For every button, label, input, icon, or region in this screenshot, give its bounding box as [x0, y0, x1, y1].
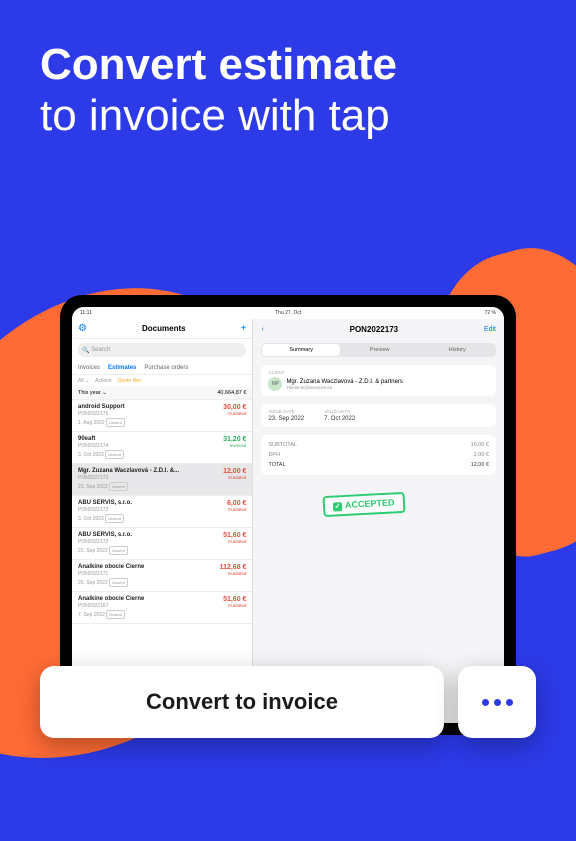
segment-control[interactable]: Summary Preview History — [261, 343, 496, 357]
left-navbar: ⚙ Documents + — [72, 319, 252, 339]
period-label: This year ⌄ — [78, 390, 107, 396]
totals-card: SUBTOTAL 10,00 € DPH 2,00 € TOTAL 12,00 € — [261, 435, 496, 475]
filter-bar: All ⌄ Actions Quote Rec — [72, 375, 252, 387]
client-name: Mgr. Zuzana Waczlavová - Z.D.I. & partne… — [286, 379, 402, 385]
status-date: Thu 27. Oct — [92, 310, 485, 316]
status-battery: 72 % — [485, 310, 496, 316]
avatar: MP — [268, 377, 282, 391]
filter-all[interactable]: All ⌄ — [78, 378, 89, 384]
period-total: 40.664,87 € — [217, 390, 246, 396]
more-button[interactable] — [458, 666, 536, 738]
check-icon: ✓ — [333, 502, 342, 511]
valid-date: 7. Oct 2022 — [324, 416, 355, 422]
dates-card: ISSUE DATE 23. Sep 2022 VALID UNTIL 7. O… — [261, 404, 496, 427]
issue-label: ISSUE DATE — [268, 409, 304, 414]
ellipsis-icon — [482, 699, 513, 706]
valid-label: VALID UNTIL — [324, 409, 355, 414]
documents-title: Documents — [142, 324, 186, 333]
settings-icon[interactable]: ⚙ — [78, 323, 87, 334]
tax-label: DPH — [268, 452, 280, 458]
back-icon[interactable]: ‹ — [261, 326, 263, 333]
seg-preview[interactable]: Preview — [341, 343, 419, 357]
tab-estimates[interactable]: Estimates — [108, 365, 136, 371]
detail-navbar: ‹ PON2022173 Edit — [253, 319, 504, 339]
add-icon[interactable]: + — [241, 323, 247, 334]
client-email: zdielanie@iinvoices.eu — [286, 385, 402, 390]
issue-date: 23. Sep 2022 — [268, 416, 304, 422]
documents-pane: ⚙ Documents + 🔍 Search Invoices Estimate… — [72, 319, 253, 723]
headline: Convert estimateto invoice with tap — [40, 40, 536, 141]
tab-purchase-orders[interactable]: Purchase orders — [144, 365, 188, 371]
summary-bar[interactable]: This year ⌄ 40.664,87 € — [72, 387, 252, 400]
subtotal-label: SUBTOTAL — [268, 442, 297, 448]
list-item[interactable]: android SupportPON20221751. Aug 2022 Uns… — [72, 400, 252, 432]
document-tabs: Invoices Estimates Purchase orders — [72, 361, 252, 375]
filter-quote[interactable]: Quote Rec — [118, 378, 142, 384]
detail-pane: ‹ PON2022173 Edit Summary Preview Histor… — [253, 319, 504, 723]
detail-title: PON2022173 — [350, 325, 398, 334]
list-item[interactable]: Mgr. Zuzana Waczlavová - Z.D.I. &...PON2… — [72, 464, 252, 496]
tab-invoices[interactable]: Invoices — [78, 365, 100, 371]
status-bar: 11:11 Thu 27. Oct 72 % — [72, 307, 504, 319]
list-item[interactable]: 90eaftPON20221743. Oct 2022 Unsent31,20 … — [72, 432, 252, 464]
list-item[interactable]: Analkine obocie CiernePON202217120. Sep … — [72, 560, 252, 592]
client-label: CLIENT — [268, 370, 489, 375]
bottom-cta-row: Convert to invoice — [40, 666, 536, 738]
seg-history[interactable]: History — [418, 343, 496, 357]
status-time: 11:11 — [80, 310, 92, 316]
list-item[interactable]: Analkine obocie CiernePON20221677. Sep 2… — [72, 592, 252, 624]
search-icon: 🔍 — [82, 347, 89, 354]
subtotal-value: 10,00 € — [471, 442, 489, 448]
convert-to-invoice-button[interactable]: Convert to invoice — [40, 666, 444, 738]
tablet-screen: 11:11 Thu 27. Oct 72 % ⚙ Documents + 🔍 S… — [72, 307, 504, 723]
client-card[interactable]: CLIENT MP Mgr. Zuzana Waczlavová - Z.D.I… — [261, 365, 496, 396]
search-input[interactable]: 🔍 Search — [78, 343, 246, 357]
list-item[interactable]: ABU SERVIS, s.r.o.PON202217222. Sep 2022… — [72, 528, 252, 560]
edit-button[interactable]: Edit — [484, 326, 496, 333]
total-value: 12,00 € — [471, 462, 489, 468]
seg-summary[interactable]: Summary — [262, 344, 340, 356]
accepted-stamp: ✓ACCEPTED — [323, 492, 406, 517]
filter-actions[interactable]: Actions — [95, 378, 111, 384]
list-item[interactable]: ABU SERVIS, s.r.o.PON20221733. Oct 2022 … — [72, 496, 252, 528]
tax-value: 2,00 € — [474, 452, 489, 458]
total-label: TOTAL — [268, 462, 285, 468]
